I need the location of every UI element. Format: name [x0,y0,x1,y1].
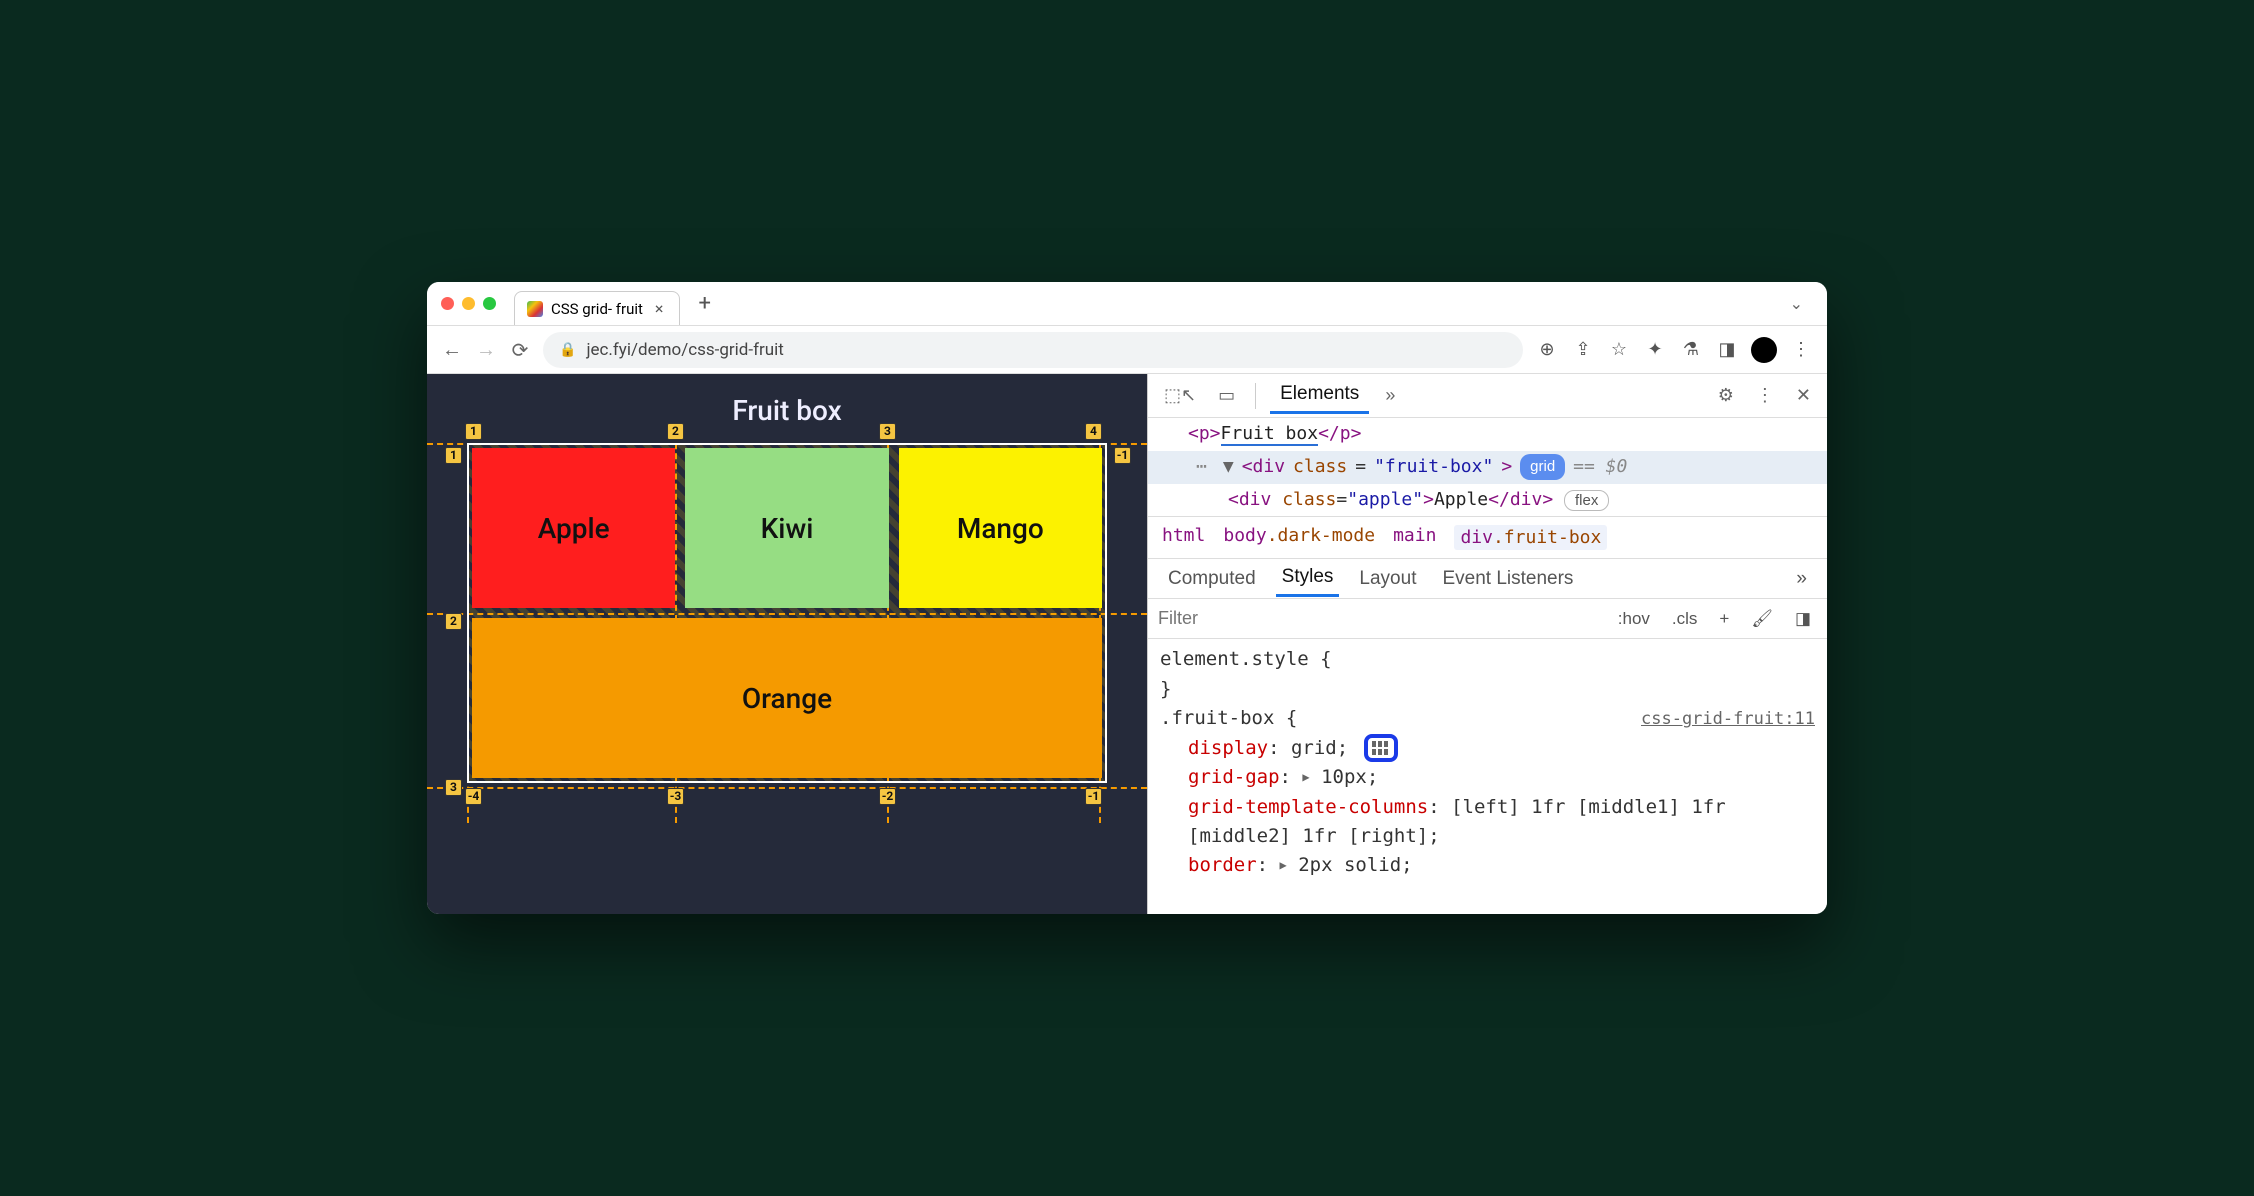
computed-toggle-icon[interactable]: ◨ [1789,607,1817,631]
grid-row-label: 3 [445,779,462,796]
lock-icon: 🔒 [559,342,576,358]
rule-selector[interactable]: .fruit-box { [1160,704,1297,733]
rule-close: } [1160,675,1815,704]
tabs-overflow-icon[interactable]: ⌄ [1780,294,1813,313]
browser-window: CSS grid- fruit × + ⌄ ← → ⟳ 🔒 jec.fyi/de… [427,282,1827,914]
styles-subtabs: Computed Styles Layout Event Listeners » [1148,559,1827,599]
grid-col-label: 1 [465,423,482,440]
window-controls [441,297,496,310]
browser-tab[interactable]: CSS grid- fruit × [514,291,680,325]
grid-overlay-wrap: 1 2 3 4 1 2 3 -1 -4 -3 -2 -1 [467,443,1107,783]
titlebar: CSS grid- fruit × + ⌄ [427,282,1827,326]
subtab-event-listeners[interactable]: Event Listeners [1436,562,1579,596]
more-subtabs-icon[interactable]: » [1790,562,1813,596]
grid-col-neg-label: -2 [879,788,896,805]
share-icon[interactable]: ⇪ [1571,339,1595,360]
grid-col-neg-label: -3 [667,788,684,805]
dom-dollar-zero: == $0 [1573,453,1627,482]
crumb-body[interactable]: body.dark-mode [1223,525,1375,550]
inspect-icon[interactable]: ⬚↖ [1158,381,1202,410]
grid-guideline [427,787,1147,789]
content-area: Fruit box 1 2 3 4 1 2 3 -1 -4 -3 -2 -1 [427,374,1827,914]
css-declaration[interactable]: display: grid; [1160,734,1815,763]
minimize-window-button[interactable] [462,297,475,310]
devtools-top-tabs: ⬚↖ ▭ Elements » ⚙ ⋮ ✕ [1148,374,1827,418]
grid-col-label: 4 [1085,423,1102,440]
close-devtools-icon[interactable]: ✕ [1790,381,1817,410]
subtab-computed[interactable]: Computed [1162,562,1262,596]
flex-badge[interactable]: flex [1564,490,1609,511]
kebab-menu-icon[interactable]: ⋮ [1750,381,1780,410]
breadcrumb[interactable]: html body.dark-mode main div.fruit-box [1148,517,1827,559]
more-tabs-icon[interactable]: » [1379,381,1401,410]
maximize-window-button[interactable] [483,297,496,310]
close-tab-icon[interactable]: × [651,299,668,318]
cls-toggle[interactable]: .cls [1666,607,1704,631]
styles-filter-row: :hov .cls + 🖌 ◨ [1148,599,1827,639]
grid-row-label: 1 [445,447,462,464]
address-bar[interactable]: 🔒 jec.fyi/demo/css-grid-fruit [543,332,1523,368]
subtab-styles[interactable]: Styles [1276,560,1340,597]
grid-editor-icon[interactable] [1364,734,1398,762]
grid-badge[interactable]: grid [1520,454,1565,480]
styles-filter-input[interactable] [1158,608,1602,629]
reload-button[interactable]: ⟳ [509,338,531,362]
dom-ellipsis-icon[interactable]: ⋯ [1188,453,1215,482]
new-tab-button[interactable]: + [688,291,720,316]
new-style-rule-icon[interactable]: + [1713,607,1735,631]
favicon-icon [527,301,543,317]
grid-cell-kiwi: Kiwi [685,448,888,608]
grid-cell-apple: Apple [472,448,675,608]
subtab-layout[interactable]: Layout [1353,562,1422,596]
labs-icon[interactable]: ⚗ [1679,339,1703,360]
tab-title: CSS grid- fruit [551,300,643,318]
page-viewport: Fruit box 1 2 3 4 1 2 3 -1 -4 -3 -2 -1 [427,374,1147,914]
device-toggle-icon[interactable]: ▭ [1212,381,1241,410]
dom-node[interactable]: <p>Fruit box</p> [1148,418,1827,451]
rule-header: .fruit-box { css-grid-fruit:11 [1160,704,1815,733]
sidepanel-icon[interactable]: ◨ [1715,339,1739,360]
rule-source-link[interactable]: css-grid-fruit:11 [1641,706,1815,732]
styles-pane[interactable]: element.style { } .fruit-box { css-grid-… [1148,639,1827,893]
tab-elements[interactable]: Elements [1270,377,1369,414]
grid-cell-orange: Orange [472,618,1102,778]
devtools-panel: ⬚↖ ▭ Elements » ⚙ ⋮ ✕ <p>Fruit box</p> ⋯… [1147,374,1827,914]
css-declaration[interactable]: border: ▶ 2px solid; [1160,851,1815,880]
back-button[interactable]: ← [441,337,463,362]
crumb-selected[interactable]: div.fruit-box [1454,525,1607,550]
zoom-icon[interactable]: ⊕ [1535,339,1559,360]
grid-col-label: 2 [667,423,684,440]
grid-cell-mango: Mango [899,448,1102,608]
fruit-box-grid: Apple Kiwi Mango Orange [467,443,1107,783]
toolbar: ← → ⟳ 🔒 jec.fyi/demo/css-grid-fruit ⊕ ⇪ … [427,326,1827,374]
grid-row-label: 2 [445,613,462,630]
forward-button[interactable]: → [475,337,497,362]
dom-tree[interactable]: <p>Fruit box</p> ⋯ ▼ <div class="fruit-b… [1148,418,1827,517]
hov-toggle[interactable]: :hov [1612,607,1656,631]
css-declaration[interactable]: grid-template-columns: [left] 1fr [middl… [1160,793,1815,852]
close-window-button[interactable] [441,297,454,310]
bookmark-icon[interactable]: ☆ [1607,339,1631,360]
dom-node-selected[interactable]: ⋯ ▼ <div class="fruit-box"> grid == $0 [1148,451,1827,484]
profile-avatar[interactable] [1751,337,1777,363]
grid-col-neg-label: -1 [1085,788,1102,805]
dom-node[interactable]: <div class="apple">Apple</div> flex [1148,484,1827,517]
rule-element-style[interactable]: element.style { [1160,645,1815,674]
css-declaration[interactable]: grid-gap: ▶ 10px; [1160,763,1815,792]
menu-icon[interactable]: ⋮ [1789,339,1813,360]
crumb-main[interactable]: main [1393,525,1436,550]
grid-row-neg-label: -1 [1114,447,1131,464]
settings-icon[interactable]: ⚙ [1712,381,1740,410]
url-text: jec.fyi/demo/css-grid-fruit [586,340,783,360]
paint-icon[interactable]: 🖌 [1745,607,1779,631]
grid-col-neg-label: -4 [465,788,482,805]
crumb-html[interactable]: html [1162,525,1205,550]
page-title: Fruit box [467,394,1107,427]
extensions-icon[interactable]: ✦ [1643,339,1667,360]
grid-col-label: 3 [879,423,896,440]
